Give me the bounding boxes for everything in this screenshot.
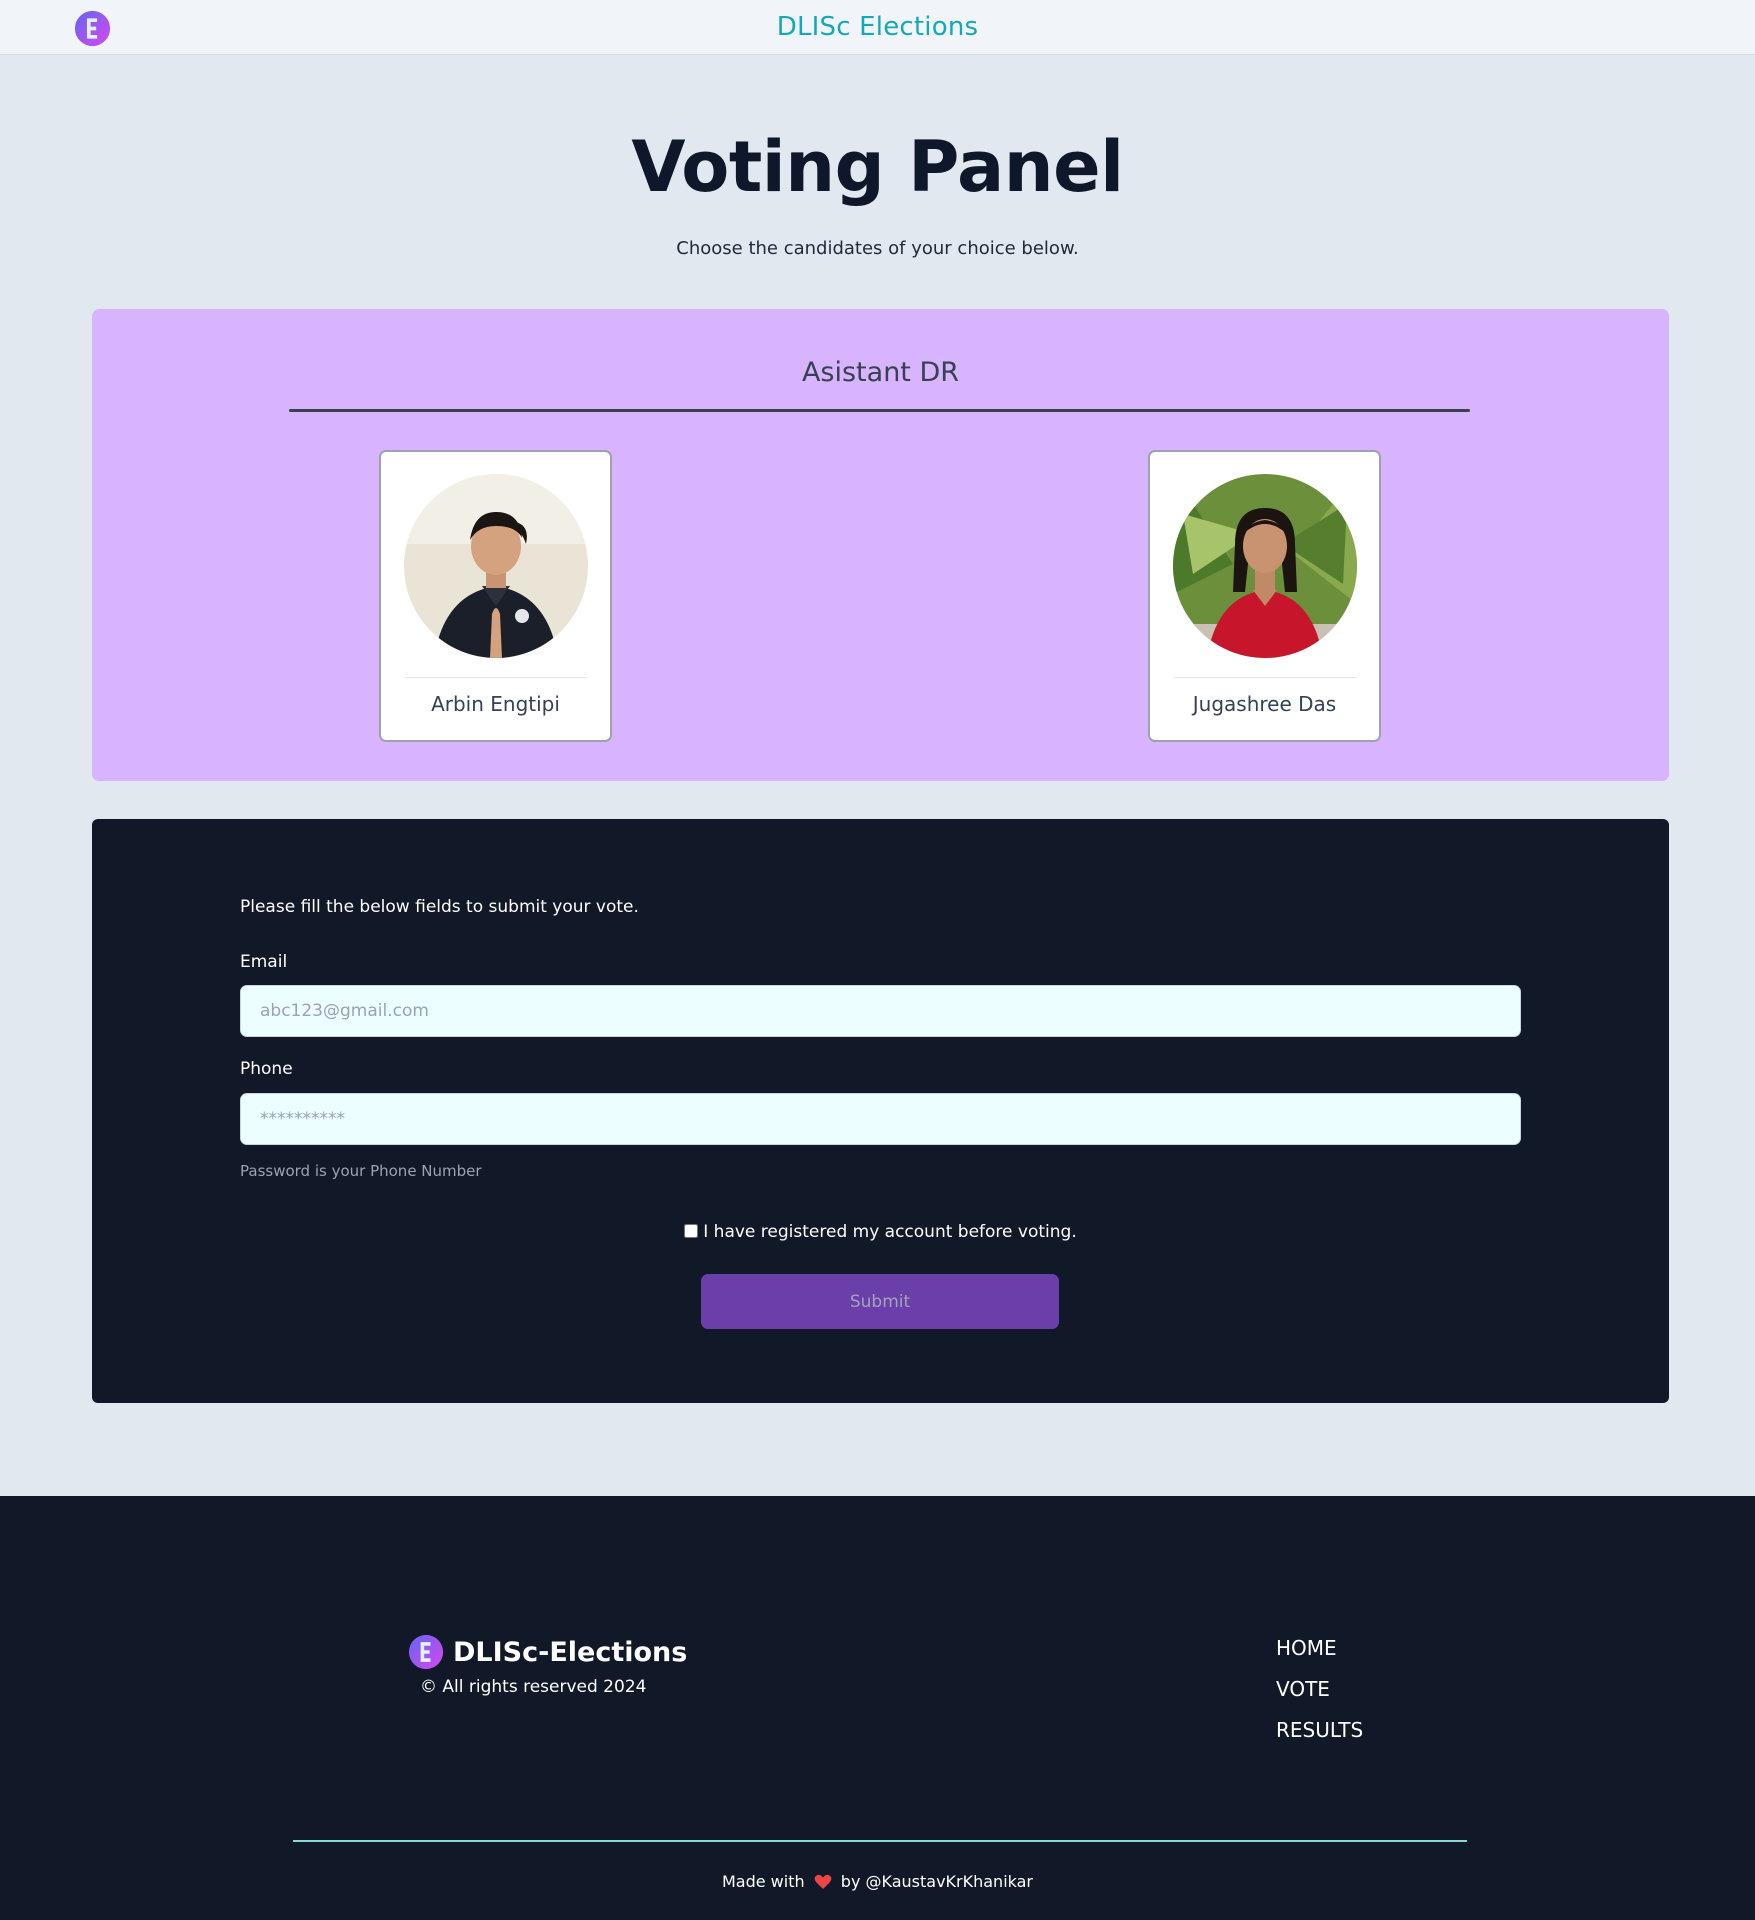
footer: DLISc-Elections © All rights reserved 20… bbox=[0, 1496, 1755, 1920]
position-divider bbox=[289, 409, 1470, 412]
email-field[interactable] bbox=[240, 985, 1521, 1037]
site-title[interactable]: DLISc Elections bbox=[0, 12, 1755, 42]
page-title: Voting Panel bbox=[631, 126, 1124, 208]
candidate-photo bbox=[1173, 474, 1357, 658]
candidate-card[interactable]: Jugashree Das bbox=[1148, 450, 1381, 742]
registered-checkbox[interactable] bbox=[684, 1224, 699, 1238]
candidate-divider bbox=[404, 677, 588, 678]
consent-label: I have registered my account before voti… bbox=[703, 1222, 1077, 1242]
form-instruction: Please fill the below fields to submit y… bbox=[240, 897, 639, 917]
vote-form: Please fill the below fields to submit y… bbox=[92, 819, 1669, 1403]
candidate-card[interactable]: Arbin Engtipi bbox=[379, 450, 612, 742]
footer-brand: DLISc-Elections bbox=[408, 1634, 687, 1670]
position-title: Asistant DR bbox=[801, 357, 960, 388]
footer-credit: Made with by @KaustavKrKhanikar bbox=[0, 1872, 1755, 1891]
candidate-name: Jugashree Das bbox=[1192, 692, 1337, 716]
password-hint: Password is your Phone Number bbox=[240, 1162, 482, 1180]
credit-suffix: by @KaustavKrKhanikar bbox=[840, 1872, 1034, 1891]
candidate-name: Arbin Engtipi bbox=[431, 692, 560, 716]
footer-copyright: © All rights reserved 2024 bbox=[420, 1677, 647, 1697]
phone-field[interactable] bbox=[240, 1093, 1521, 1145]
submit-button[interactable]: Submit bbox=[701, 1274, 1059, 1329]
footer-link-home[interactable]: HOME bbox=[1276, 1636, 1363, 1677]
email-label: Email bbox=[240, 952, 288, 972]
footer-brand-name: DLISc-Elections bbox=[453, 1636, 688, 1668]
footer-nav: HOME VOTE RESULTS bbox=[1276, 1636, 1363, 1759]
heart-icon bbox=[814, 1874, 832, 1889]
footer-link-vote[interactable]: VOTE bbox=[1276, 1677, 1363, 1718]
credit-prefix: Made with bbox=[721, 1872, 805, 1891]
candidate-photo bbox=[404, 474, 588, 658]
candidate-divider bbox=[1173, 677, 1357, 678]
top-navbar: DLISc Elections bbox=[0, 0, 1755, 55]
page-subtitle: Choose the candidates of your choice bel… bbox=[676, 238, 1079, 259]
consent-row: I have registered my account before voti… bbox=[92, 1222, 1669, 1242]
election-logo-icon bbox=[408, 1634, 444, 1670]
phone-label: Phone bbox=[240, 1059, 293, 1079]
footer-link-results[interactable]: RESULTS bbox=[1276, 1718, 1363, 1759]
position-section: Asistant DR Arbin Engtipi Jugashree Das bbox=[92, 309, 1669, 781]
footer-divider bbox=[293, 1840, 1467, 1842]
